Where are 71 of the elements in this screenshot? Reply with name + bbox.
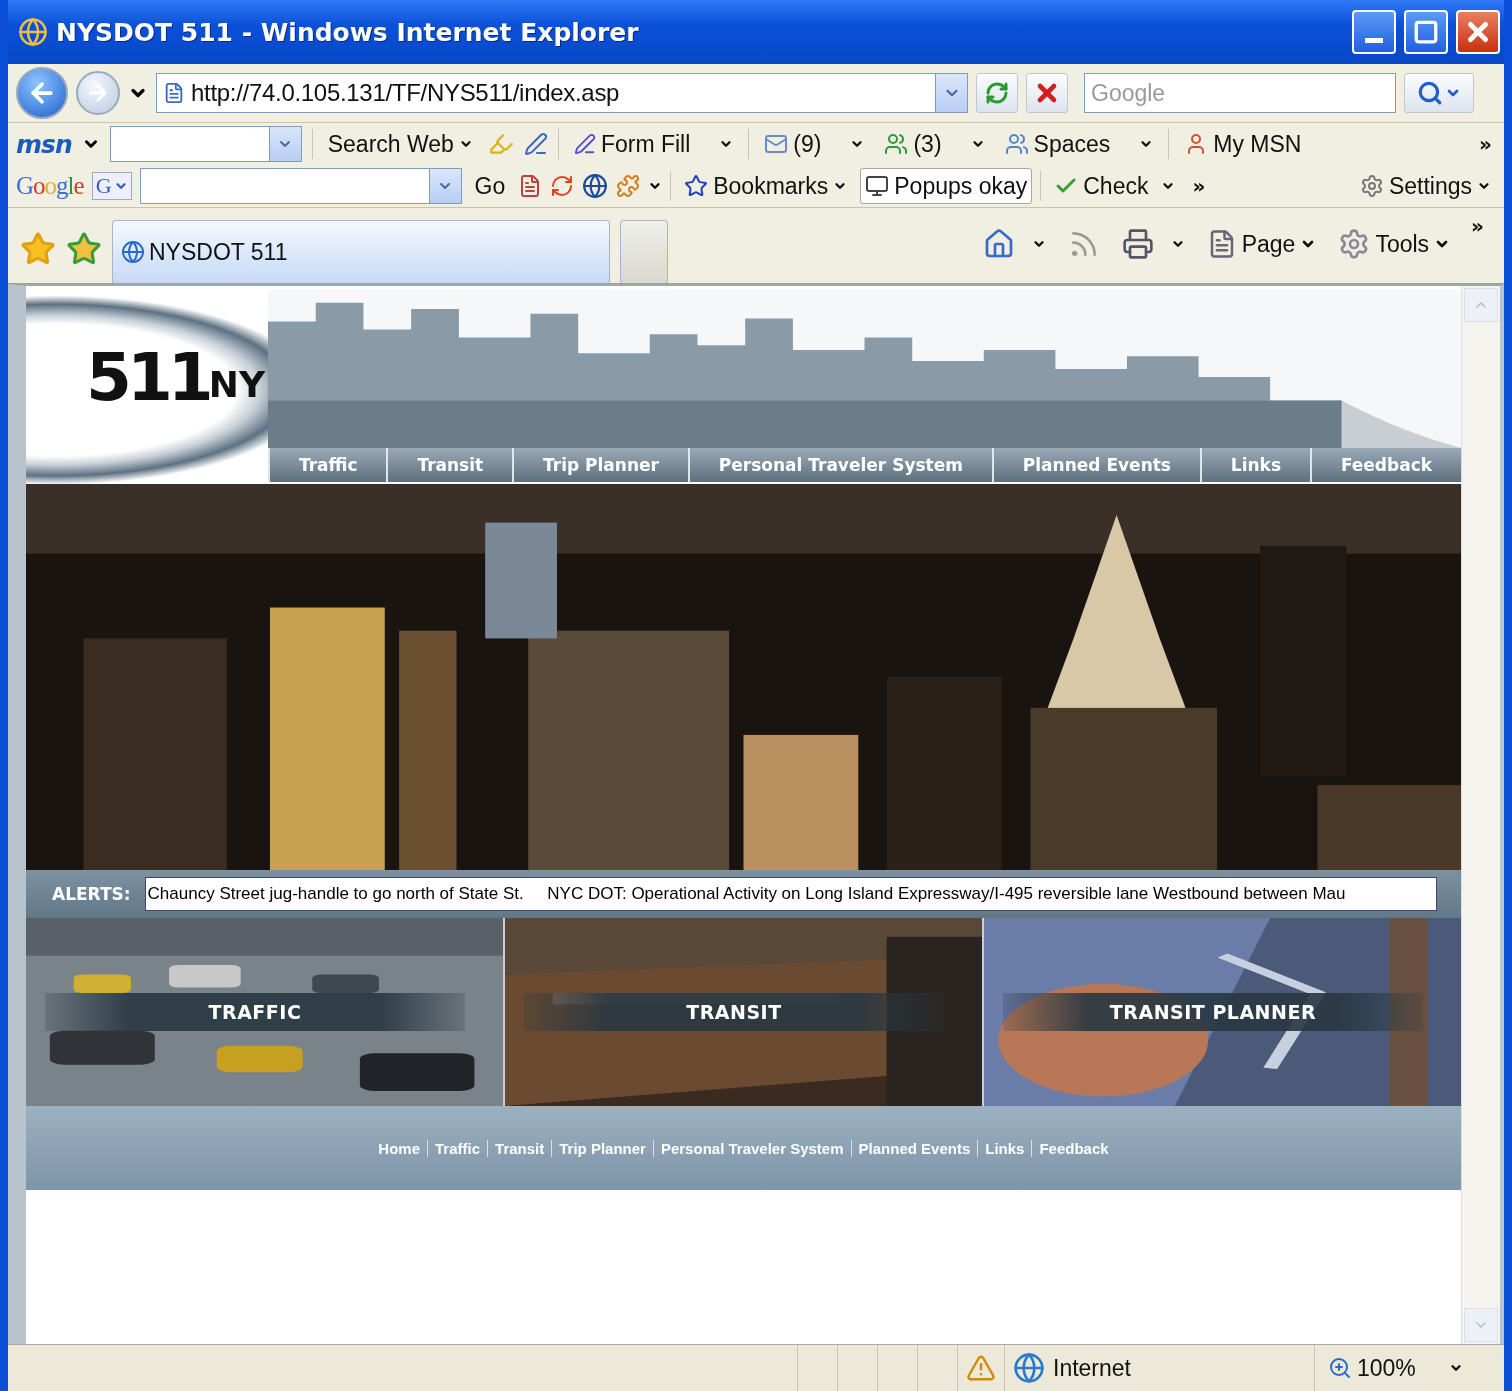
star-icon (684, 174, 709, 198)
minimize-icon (1365, 37, 1383, 43)
alerts-label: ALERTS: (52, 884, 131, 904)
edit-icon (523, 132, 548, 156)
msn-search-field[interactable] (109, 126, 270, 162)
close-button[interactable] (1456, 10, 1500, 54)
my-msn-button[interactable]: My MSN (1179, 126, 1307, 162)
people-icon (1004, 132, 1029, 156)
printer-icon (1121, 228, 1154, 260)
popups-button[interactable]: Popups okay (860, 168, 1033, 204)
tile-link[interactable]: TRANSIT PLANNER (1003, 993, 1423, 1031)
minimize-button[interactable] (1352, 10, 1396, 54)
address-field[interactable]: http://74.0.105.131/TF/NYS511/index.asp (156, 73, 936, 113)
highlighter-icon (487, 131, 514, 157)
settings-button[interactable]: Settings (1354, 168, 1496, 204)
new-tab-button[interactable] (620, 220, 668, 283)
tools-button[interactable]: Tools (1333, 226, 1456, 262)
nav-link[interactable]: Personal Traveler System (687, 448, 992, 482)
add-favorite-icon (66, 230, 102, 267)
back-button[interactable] (16, 67, 68, 119)
tile-link[interactable]: TRANSIT (524, 993, 944, 1031)
tile-link[interactable]: TRAFFIC (45, 993, 465, 1031)
spaces-button[interactable]: Spaces (999, 126, 1159, 162)
search-web-button[interactable]: Search Web (322, 126, 478, 162)
refresh-icon (985, 81, 1009, 105)
form-fill-button[interactable]: Form Fill (568, 126, 739, 162)
forward-button[interactable] (76, 71, 120, 115)
star-icon (20, 230, 56, 267)
security-zone: Internet (1053, 1354, 1131, 1382)
more-button[interactable]: » (1188, 174, 1210, 198)
more-button[interactable]: » (1475, 132, 1496, 156)
dropdown-button[interactable] (269, 126, 302, 162)
nav-link[interactable]: Trip Planner (512, 448, 688, 482)
go-button[interactable]: Go (469, 168, 511, 204)
puzzle-icon (616, 174, 641, 198)
alerts-ticker: Chauncy Street jug-handle to go north of State St. NYC DOT: Operational Activity on Long Island Expressway/I-495 reversible lane Westbound between Mau (144, 877, 1437, 911)
warning-icon (966, 1353, 996, 1383)
search-icon (1417, 80, 1443, 106)
more-button[interactable]: » (1467, 214, 1488, 238)
maximize-button[interactable] (1404, 10, 1448, 54)
settings-icon (1359, 174, 1384, 198)
refresh-button[interactable] (976, 73, 1018, 113)
google-logo: Google (16, 172, 84, 200)
search-engine-button[interactable]: G (91, 172, 132, 200)
bookmarks-button[interactable]: Bookmarks (679, 168, 853, 204)
nav-link[interactable]: Planned Events (991, 448, 1200, 482)
zoom-button[interactable]: 100% (1323, 1350, 1468, 1386)
maximize-icon (1413, 19, 1439, 45)
nav-link[interactable]: Transit (386, 448, 513, 482)
pen-icon (573, 133, 596, 155)
browser-tab[interactable]: NYSDOT 511 (112, 220, 610, 283)
page-icon (163, 82, 185, 104)
globe-icon (582, 173, 609, 199)
nav-link[interactable]: Links (1199, 448, 1310, 482)
dropdown-button[interactable] (936, 73, 968, 113)
globe-icon (1013, 1352, 1045, 1384)
mail-icon (764, 132, 789, 156)
check-button[interactable]: Check (1049, 168, 1181, 204)
zoom-icon (1328, 1356, 1352, 1380)
window-title: NYSDOT 511 - Windows Internet Explorer (56, 17, 640, 47)
contacts-button[interactable]: (3) (879, 126, 990, 162)
page-button[interactable]: Page (1201, 226, 1322, 262)
people-icon (884, 132, 909, 156)
mail-button[interactable]: (9) (759, 126, 870, 162)
google-search-field[interactable] (139, 168, 430, 204)
search-field[interactable]: Google (1084, 73, 1396, 113)
msn-logo: msn (16, 129, 72, 159)
stop-button[interactable] (1026, 73, 1068, 113)
monitor-icon (865, 174, 890, 198)
dropdown-button[interactable] (429, 168, 462, 204)
search-button[interactable] (1404, 73, 1474, 113)
